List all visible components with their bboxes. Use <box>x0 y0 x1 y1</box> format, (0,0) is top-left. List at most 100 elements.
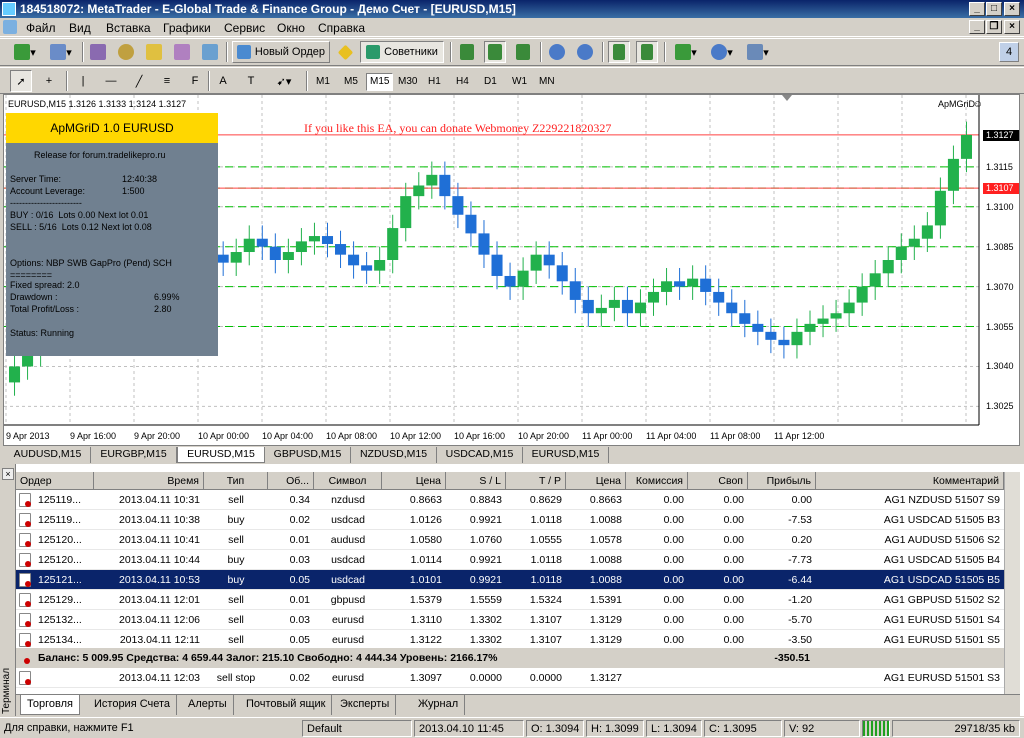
chart-tab-usdcad[interactable]: USDCAD,M15 <box>437 447 523 463</box>
text-tool[interactable]: A <box>212 70 234 92</box>
market-watch-button[interactable] <box>87 41 109 63</box>
text-label-tool[interactable]: T <box>240 70 262 92</box>
candle <box>856 286 868 303</box>
timeframe-mn[interactable]: MN <box>535 73 559 91</box>
column-header[interactable]: Ордер <box>16 472 94 490</box>
vertical-line-tool[interactable]: | <box>72 70 94 92</box>
timeframe-m15[interactable]: M15 <box>366 73 394 91</box>
table-row[interactable]: 125120... 2013.04.11 10:41 sell 0.01 audusd 1… <box>16 530 1004 550</box>
zoom-out-button[interactable] <box>574 41 596 63</box>
window-title: 184518072: MetaTrader - E-Global Trade &… <box>20 2 516 16</box>
tab-account-history[interactable]: История Счета <box>88 695 178 715</box>
status-profile[interactable]: Default <box>302 720 412 737</box>
column-header[interactable]: Цена <box>382 472 446 490</box>
timeframe-m30[interactable]: M30 <box>394 73 421 91</box>
column-header[interactable]: Комментарий <box>816 472 1004 490</box>
strategy-tester-button[interactable] <box>199 41 221 63</box>
new-chart-button[interactable]: ▾ <box>8 41 42 63</box>
periods-button[interactable]: ▾ <box>706 41 738 63</box>
column-header[interactable]: Прибыль <box>748 472 816 490</box>
table-row[interactable]: 125121... 2013.04.11 10:53 buy 0.05 usdcad 1.… <box>16 570 1004 590</box>
tab-trade[interactable]: Торговля <box>20 695 80 715</box>
navigator-button[interactable] <box>143 41 165 63</box>
terminal-close-icon[interactable]: × <box>2 468 14 480</box>
child-minimize-button[interactable]: _ <box>969 20 985 34</box>
child-close-button[interactable]: × <box>1004 20 1020 34</box>
tab-experts[interactable]: Эксперты <box>334 695 397 715</box>
column-header[interactable]: S / L <box>446 472 506 490</box>
candle <box>765 331 777 340</box>
table-cell: buy <box>227 514 245 526</box>
trendline-icon: ╱ <box>135 75 143 88</box>
autoscroll-button[interactable] <box>608 41 630 63</box>
column-header[interactable]: T / P <box>506 472 566 490</box>
bar-chart-button[interactable] <box>456 41 478 63</box>
chart-tab-audusd[interactable]: AUDUSD,M15 <box>5 447 91 463</box>
menu-tools[interactable]: Сервис <box>224 21 265 35</box>
candle-chart-button[interactable] <box>484 41 506 63</box>
menu-file[interactable]: Файл <box>26 21 56 35</box>
table-row[interactable]: 125119... 2013.04.11 10:38 buy 0.02 usdcad 1.… <box>16 510 1004 530</box>
menu-view[interactable]: Вид <box>69 21 91 35</box>
maximize-button[interactable]: □ <box>986 2 1002 16</box>
timeframe-m1[interactable]: M1 <box>312 73 334 91</box>
crosshair-tool[interactable]: + <box>38 70 60 92</box>
column-header[interactable]: Цена <box>566 472 626 490</box>
profiles-button[interactable]: ▾ <box>44 41 78 63</box>
chart-tab-eurusd[interactable]: EURUSD,M15 <box>177 447 265 463</box>
table-row[interactable]: 125132... 2013.04.11 12:06 sell 0.03 eurusd 1… <box>16 610 1004 630</box>
tab-alerts[interactable]: Алерты <box>182 695 234 715</box>
menu-help[interactable]: Справка <box>318 21 365 35</box>
column-header[interactable]: Об... <box>268 472 314 490</box>
table-row[interactable]: 125120... 2013.04.11 10:44 buy 0.03 usdcad 1.… <box>16 550 1004 570</box>
column-header[interactable]: Символ <box>314 472 382 490</box>
child-restore-button[interactable]: ❐ <box>986 20 1002 34</box>
line-chart-button[interactable] <box>512 41 534 63</box>
menu-insert[interactable]: Вставка <box>106 21 151 35</box>
column-header[interactable]: Тип <box>204 472 268 490</box>
timeframe-w1[interactable]: W1 <box>508 73 531 91</box>
minimize-button[interactable]: _ <box>969 2 985 16</box>
ea-buy-line: BUY : 0/16 Lots 0.00 Next lot 0.01 <box>10 210 149 220</box>
equidistant-channel-tool[interactable]: ≡ <box>156 70 178 92</box>
terminal-button[interactable] <box>171 41 193 63</box>
data-window-button[interactable] <box>115 41 137 63</box>
chart-tab-nzdusd[interactable]: NZDUSD,M15 <box>351 447 437 463</box>
tab-mailbox[interactable]: Почтовый ящик <box>240 695 333 715</box>
timeframe-h4[interactable]: H4 <box>452 73 473 91</box>
column-header[interactable]: Время <box>94 472 204 490</box>
table-row[interactable]: 125134... 2013.04.11 12:11 sell 0.05 eurusd 1… <box>16 630 1004 650</box>
new-order-button[interactable]: Новый Ордер <box>232 41 330 63</box>
zoom-in-button[interactable] <box>546 41 568 63</box>
balance-row: Баланс: 5 009.95 Средства: 4 659.44 Зало… <box>16 648 1004 668</box>
table-row[interactable]: 125119... 2013.04.11 10:31 sell 0.34 nzdusd 0… <box>16 490 1004 510</box>
chart-window[interactable]: EURUSD,M15 1.3126 1.3133 1.3124 1.3127 A… <box>3 94 1020 446</box>
chart-shift-button[interactable] <box>636 41 658 63</box>
close-button[interactable]: × <box>1004 2 1020 16</box>
chart-tab-eurgbp[interactable]: EURGBP,M15 <box>91 447 177 463</box>
timeframe-d1[interactable]: D1 <box>480 73 501 91</box>
menu-window[interactable]: Окно <box>277 21 305 35</box>
fibonacci-tool[interactable]: F <box>184 70 206 92</box>
table-row[interactable]: 2013.04.11 12:03 sell stop 0.02 eurusd 1.309… <box>16 668 1004 688</box>
tab-journal[interactable]: Журнал <box>412 695 466 715</box>
horizontal-line-tool[interactable]: — <box>100 70 122 92</box>
column-header[interactable]: Своп <box>688 472 748 490</box>
chart-tab-eurusd-2[interactable]: EURUSD,M15 <box>523 447 609 463</box>
notifications-badge[interactable]: 4 <box>999 42 1019 62</box>
terminal-scrollbar[interactable] <box>1004 472 1020 694</box>
chart-tab-gbpusd[interactable]: GBPUSD,M15 <box>265 447 351 463</box>
arrows-tool[interactable]: ➹▾ <box>268 70 300 92</box>
menu-charts[interactable]: Графики <box>163 21 211 35</box>
timeframe-m5[interactable]: M5 <box>340 73 362 91</box>
cursor-tool[interactable]: ➚ <box>10 70 32 92</box>
timeframe-h1[interactable]: H1 <box>424 73 445 91</box>
expert-advisors-button[interactable]: Советники <box>360 41 444 63</box>
table-row[interactable]: 125129... 2013.04.11 12:01 sell 0.01 gbpusd 1… <box>16 590 1004 610</box>
metaeditor-button[interactable] <box>334 41 356 63</box>
templates-button[interactable]: ▾ <box>742 41 774 63</box>
trendline-tool[interactable]: ╱ <box>128 70 150 92</box>
table-cell: usdcad <box>331 514 365 526</box>
column-header[interactable]: Комиссия <box>626 472 688 490</box>
indicators-button[interactable]: ▾ <box>670 41 702 63</box>
